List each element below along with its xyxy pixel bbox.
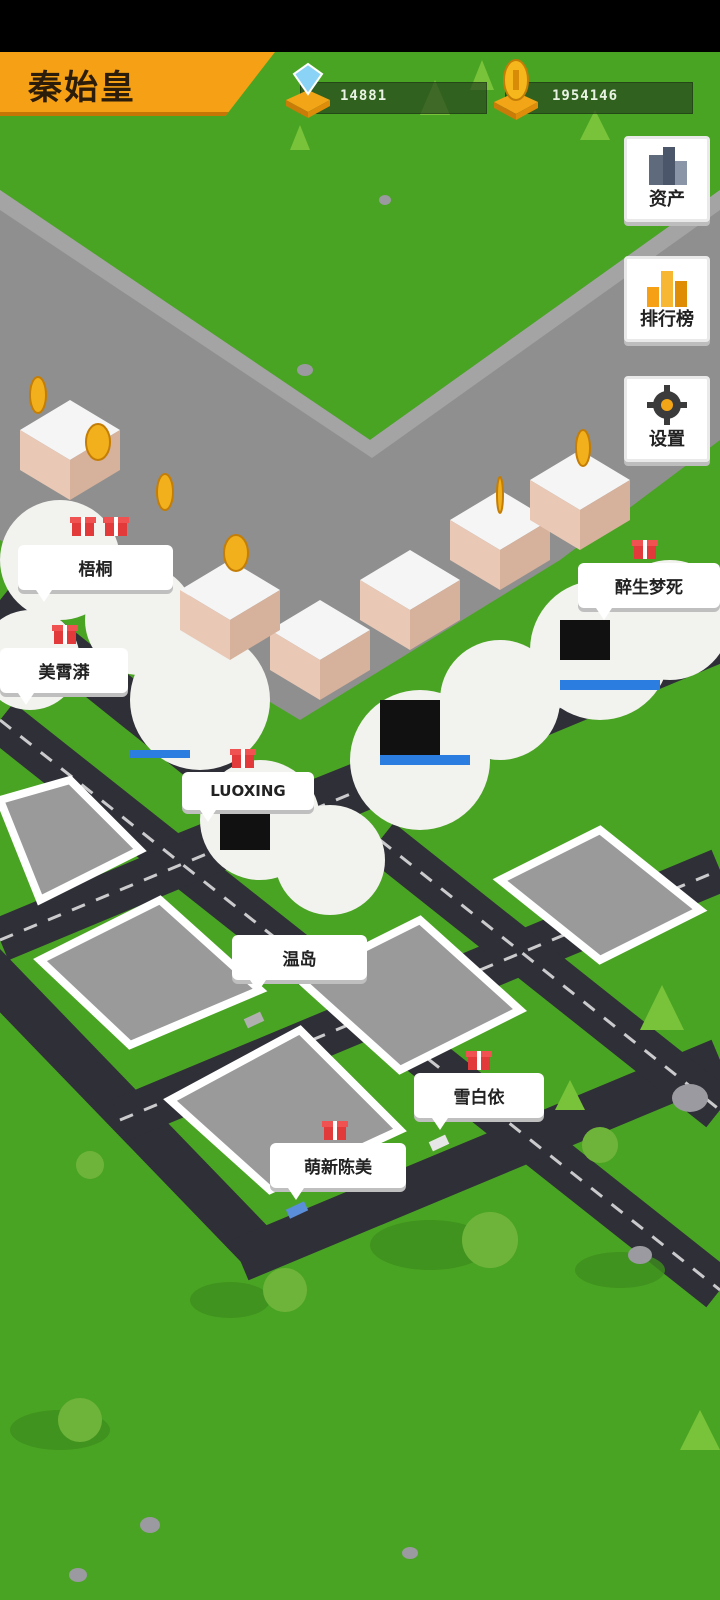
player-bubble[interactable]: 雪白依 [414,1073,544,1130]
settings-button[interactable]: 设置 [624,376,710,462]
ranking-button[interactable]: 排行榜 [624,256,710,342]
player-bubble[interactable]: LUOXING [182,772,314,822]
city-map[interactable] [0,0,720,1600]
player-bubble[interactable]: 萌新陈美 [270,1143,406,1200]
status-bar [0,0,720,52]
player-bubble[interactable]: 美霄漭 [0,648,128,705]
ranking-bars-icon [647,271,687,307]
diamond-icon [286,62,330,118]
player-name: 秦始皇 [28,68,136,108]
gift-icon[interactable] [466,1046,492,1072]
settings-label: 设置 [649,429,685,450]
assets-label: 资产 [649,189,685,210]
gift-icon[interactable] [632,535,658,561]
assets-button[interactable]: 资产 [624,136,710,222]
gift-icon[interactable] [103,512,129,538]
assets-buildings-icon [649,147,687,185]
gear-icon [647,385,687,425]
gift-icon[interactable] [70,512,96,538]
gold-coin-icon [494,59,538,120]
player-bubble[interactable]: 醉生梦死 [578,563,720,620]
gold-count: 1954146 [552,88,619,104]
player-bubble[interactable]: 温岛 [232,935,367,992]
gift-icon[interactable] [322,1116,348,1142]
ranking-label: 排行榜 [640,309,694,330]
gift-icon[interactable] [52,620,78,646]
player-bubble[interactable]: 梧桐 [18,545,173,602]
diamond-count: 14881 [340,88,388,104]
gift-icon[interactable] [230,744,256,770]
